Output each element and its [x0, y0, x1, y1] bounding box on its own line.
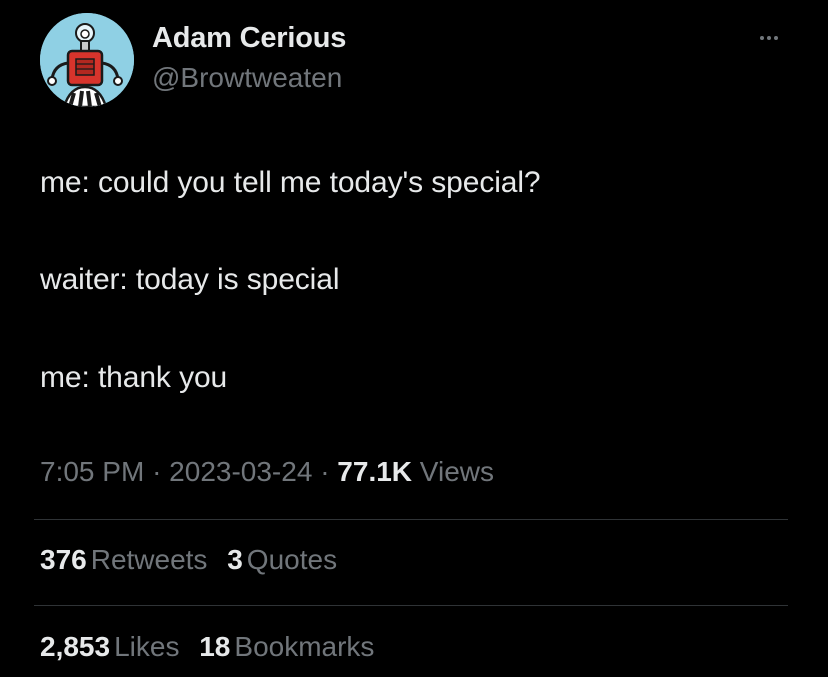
tweet-date[interactable]: 2023-03-24 [169, 456, 312, 487]
quotes-stat[interactable]: 3 Quotes [227, 544, 337, 576]
likes-label: Likes [114, 631, 180, 662]
author-handle[interactable]: @Browtweaten [152, 62, 342, 94]
likes-count: 2,853 [40, 631, 111, 662]
bookmarks-count: 18 [199, 631, 231, 662]
robot-avatar-icon [40, 13, 134, 107]
tweet-text-line-3: me: thank you [40, 361, 228, 394]
divider [34, 605, 788, 606]
engagement-row-likes: 2,853 Likes 18 Bookmarks [40, 631, 386, 663]
retweets-count: 376 [40, 544, 87, 575]
retweets-stat[interactable]: 376 Retweets [40, 544, 207, 576]
views-label: Views [419, 456, 494, 487]
retweets-label: Retweets [90, 544, 208, 575]
tweet-text-line-1: me: could you tell me today's special? [40, 166, 541, 199]
more-options-icon[interactable] [752, 26, 786, 50]
engagement-row-reposts: 376 Retweets 3 Quotes [40, 544, 349, 576]
meta-separator: · [152, 456, 162, 487]
likes-stat[interactable]: 2,853 Likes [40, 631, 179, 663]
avatar[interactable] [40, 13, 134, 107]
tweet-meta: 7:05 PM · 2023-03-24 · 77.1K Views [40, 456, 494, 488]
quotes-count: 3 [227, 544, 243, 575]
tweet-time[interactable]: 7:05 PM [40, 456, 144, 487]
tweet-text-line-2: waiter: today is special [40, 263, 340, 296]
meta-separator: · [320, 456, 330, 487]
bookmarks-label: Bookmarks [234, 631, 375, 662]
bookmarks-stat[interactable]: 18 Bookmarks [199, 631, 374, 663]
author-display-name[interactable]: Adam Cerious [152, 22, 346, 55]
quotes-label: Quotes [246, 544, 338, 575]
divider [34, 519, 788, 520]
views-count: 77.1K [337, 456, 413, 487]
